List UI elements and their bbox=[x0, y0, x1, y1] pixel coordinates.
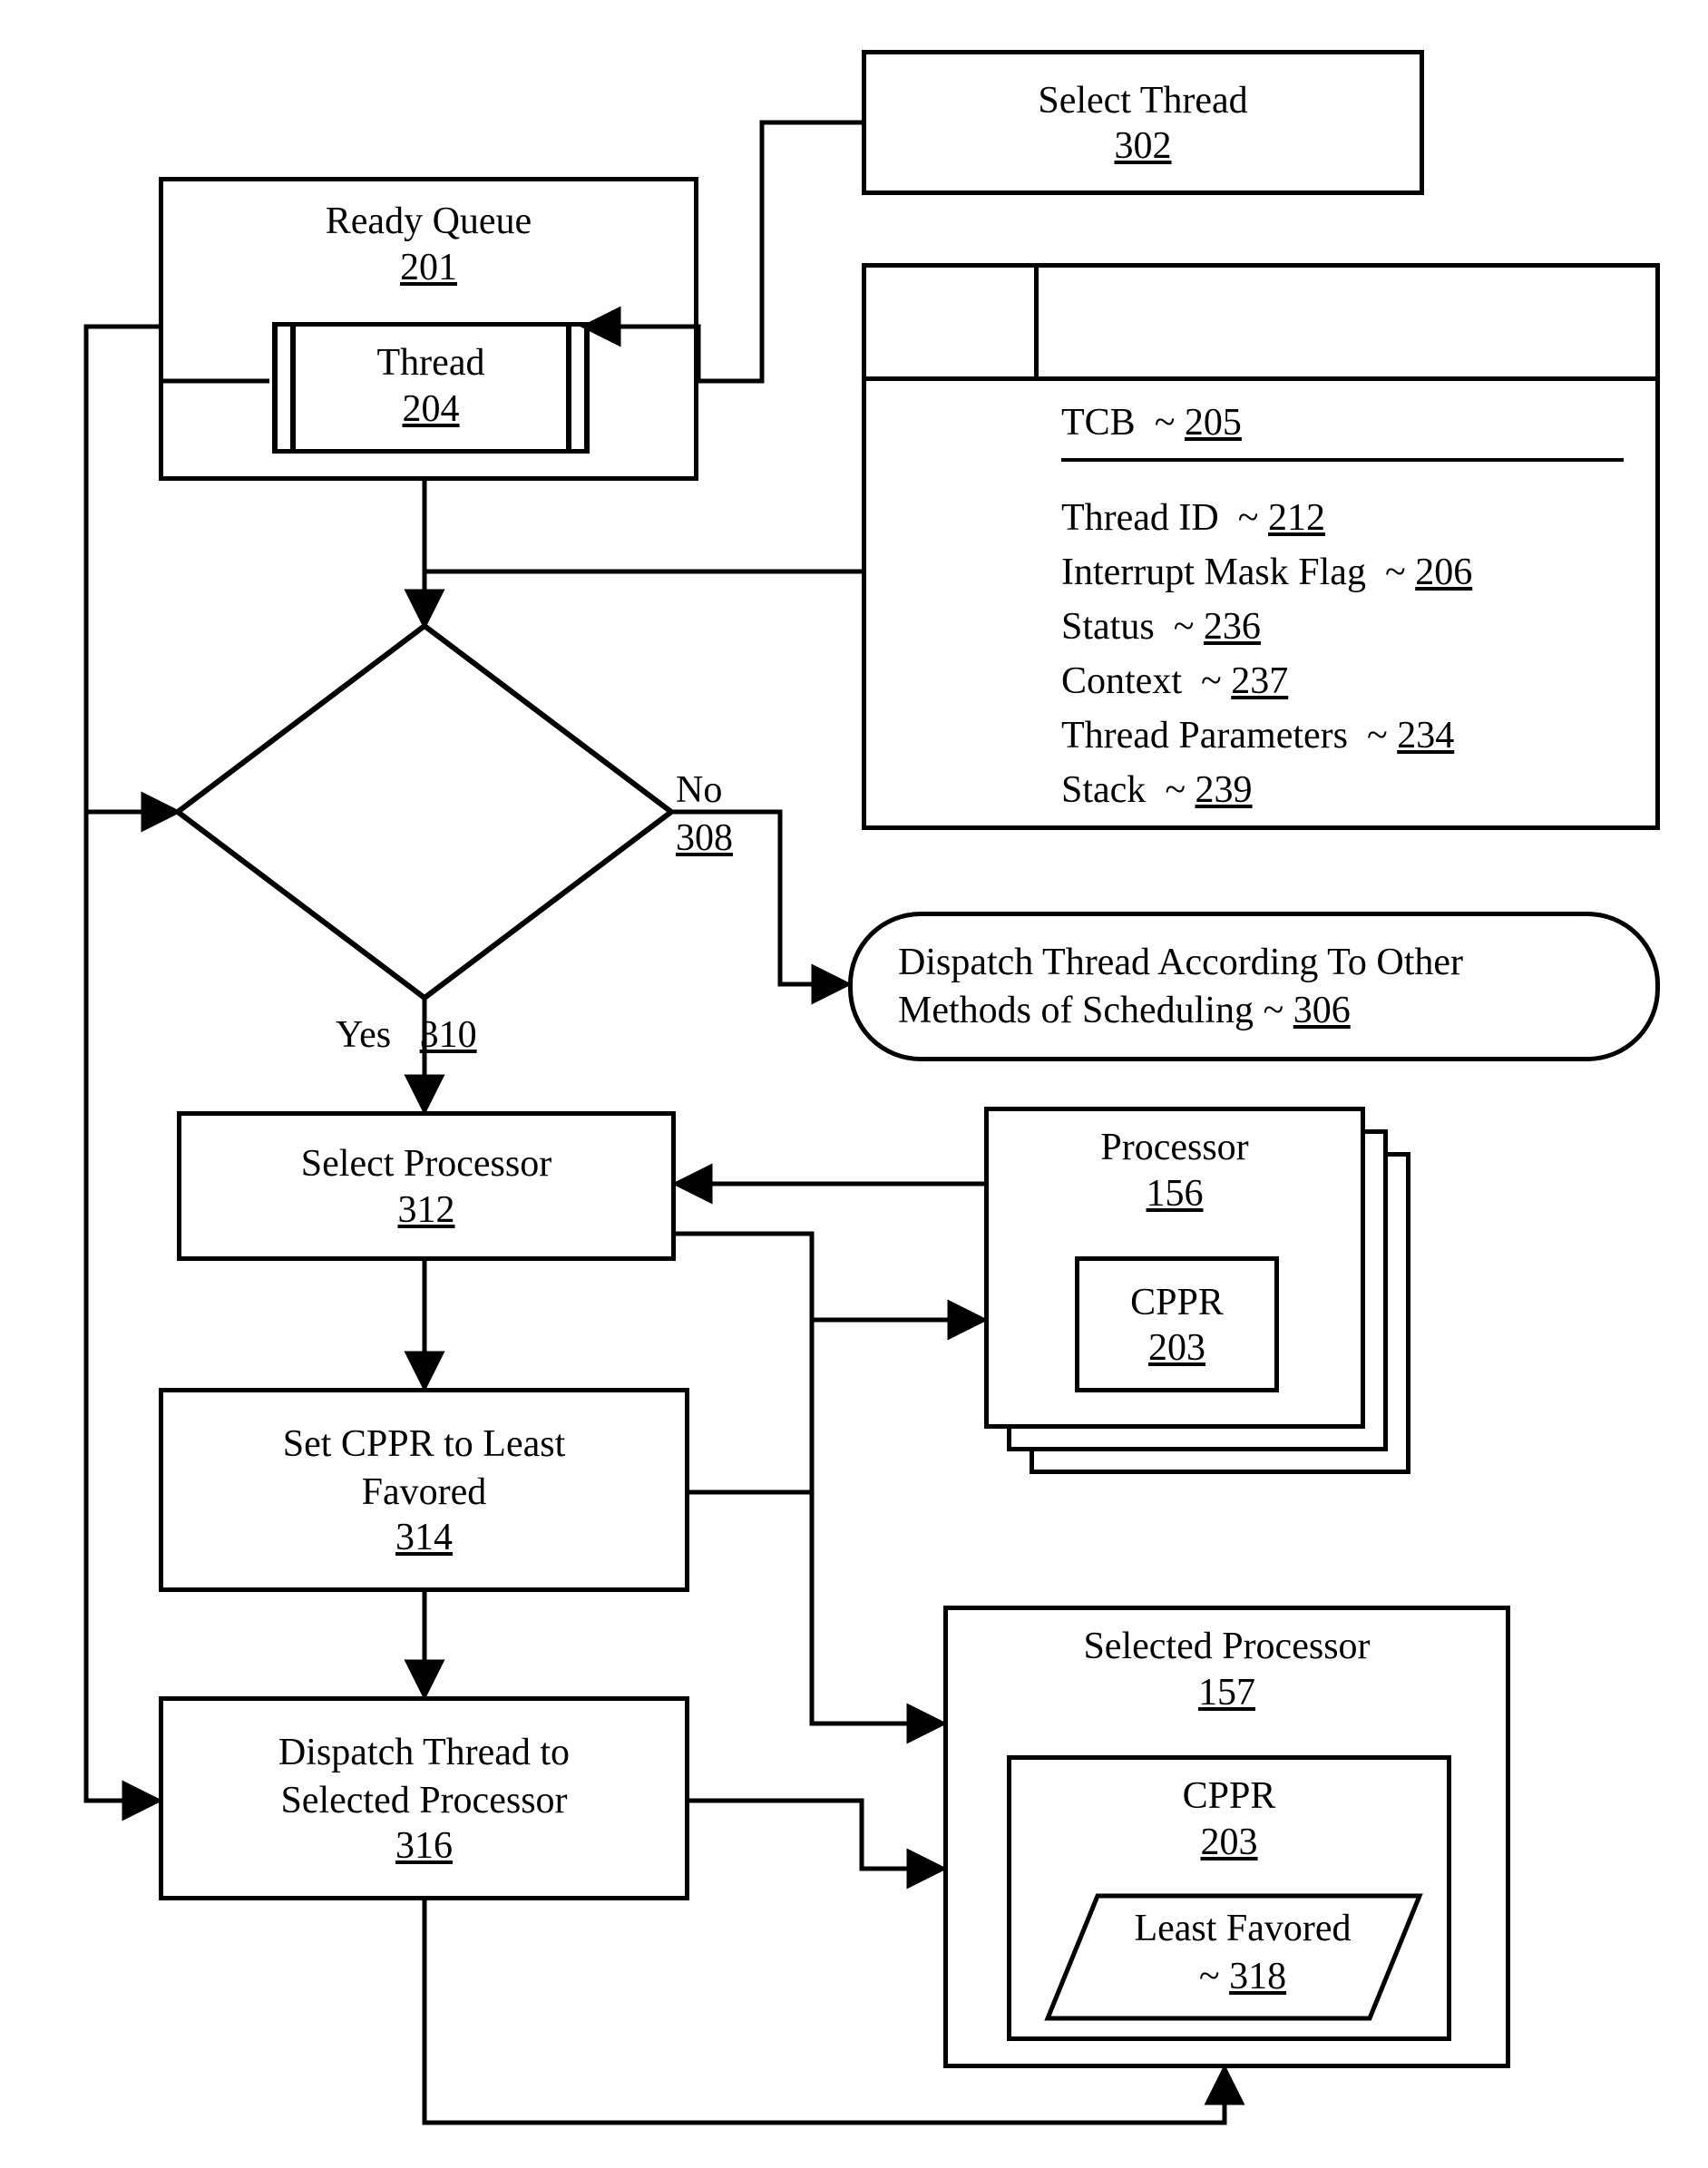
tcb-imf-num: 206 bbox=[1415, 552, 1472, 593]
node-ready-queue: Ready Queue 201 Thread 204 bbox=[159, 177, 698, 481]
tcb-status-label: Status bbox=[1061, 606, 1155, 648]
node-dispatch-selected: Dispatch Thread to Selected Processor 31… bbox=[159, 1696, 689, 1900]
node-select-processor: Select Processor 312 bbox=[177, 1111, 676, 1261]
tcb-params-label: Thread Parameters bbox=[1061, 715, 1348, 757]
processor-num: 156 bbox=[989, 1172, 1361, 1216]
least-favored-text: Least Favored ~ 318 bbox=[1098, 1905, 1388, 2000]
tcb-params: Thread Parameters ~ 234 bbox=[1061, 712, 1454, 760]
tcb-heading-num: 205 bbox=[1185, 402, 1242, 444]
least-favored-label: Least Favored bbox=[1098, 1905, 1388, 1953]
tcb-context-num: 237 bbox=[1231, 660, 1288, 702]
set-cppr-line2: Favored bbox=[362, 1469, 487, 1517]
selected-processor-num: 157 bbox=[948, 1671, 1506, 1714]
dec-no-label: No bbox=[676, 767, 733, 815]
tcb-stack: Stack ~ 239 bbox=[1061, 767, 1253, 815]
decision-line1: Interrupt bbox=[254, 744, 599, 792]
ready-queue-label: Ready Queue bbox=[163, 198, 694, 246]
tcb-thread-id-label: Thread ID bbox=[1061, 497, 1219, 539]
dec-yes-num: 310 bbox=[420, 1014, 477, 1056]
tcb-params-num: 234 bbox=[1397, 715, 1454, 757]
tcb-stack-num: 239 bbox=[1196, 769, 1253, 811]
node-processor: Processor 156 CPPR 203 bbox=[984, 1107, 1365, 1429]
flowchart-canvas: Select Thread 302 Ready Queue 201 Thread… bbox=[0, 0, 1708, 2168]
select-thread-num: 302 bbox=[1115, 124, 1172, 168]
ready-queue-num: 201 bbox=[163, 246, 694, 289]
node-thread: Thread 204 bbox=[272, 322, 590, 454]
decision-line2: Mask Flag Set? bbox=[254, 792, 599, 840]
dispatch-other-num: 306 bbox=[1293, 990, 1351, 1031]
tcb-imf-label: Interrupt Mask Flag bbox=[1061, 552, 1366, 593]
cppr-label: CPPR bbox=[1130, 1279, 1224, 1327]
decision-num: 304 bbox=[398, 839, 455, 887]
least-favored-num: 318 bbox=[1229, 1956, 1286, 1997]
node-cppr-inner: CPPR 203 bbox=[1075, 1256, 1279, 1392]
set-cppr-num: 314 bbox=[395, 1516, 453, 1559]
node-set-cppr: Set CPPR to Least Favored 314 bbox=[159, 1388, 689, 1592]
dec-yes-label: Yes bbox=[336, 1014, 391, 1056]
node-dispatch-other: Dispatch Thread According To Other Metho… bbox=[848, 912, 1660, 1061]
node-tcb: TCB ~ 205 Thread ID ~ 212 Interrupt Mask… bbox=[862, 263, 1660, 830]
select-thread-label: Select Thread bbox=[1038, 77, 1247, 125]
dispatch-sel-line2: Selected Processor bbox=[280, 1777, 567, 1825]
dispatch-other-text: Dispatch Thread According To Other Metho… bbox=[898, 939, 1655, 1034]
tcb-stack-label: Stack bbox=[1061, 769, 1146, 811]
tcb-heading: TCB ~ 205 bbox=[1061, 399, 1242, 447]
decision-text: Interrupt Mask Flag Set? 304 bbox=[254, 744, 599, 887]
tcb-thread-id-num: 212 bbox=[1268, 497, 1325, 539]
tcb-status-num: 236 bbox=[1204, 606, 1261, 648]
set-cppr-line1: Set CPPR to Least bbox=[283, 1421, 566, 1469]
dispatch-sel-num: 316 bbox=[395, 1824, 453, 1868]
tcb-tab bbox=[862, 263, 1039, 381]
select-processor-num: 312 bbox=[398, 1188, 455, 1232]
tcb-context-label: Context bbox=[1061, 660, 1182, 702]
thread-num: 204 bbox=[272, 387, 590, 431]
processor-label: Processor bbox=[989, 1124, 1361, 1172]
dispatch-sel-line1: Dispatch Thread to bbox=[278, 1729, 570, 1777]
dec-no-num: 308 bbox=[676, 815, 733, 863]
dec-no: No 308 bbox=[676, 767, 733, 862]
tcb-imf: Interrupt Mask Flag ~ 206 bbox=[1061, 549, 1472, 597]
tcb-context: Context ~ 237 bbox=[1061, 658, 1288, 706]
node-selected-processor: Selected Processor 157 CPPR 203 Least Fa… bbox=[943, 1606, 1510, 2068]
tcb-status: Status ~ 236 bbox=[1061, 603, 1261, 651]
select-processor-label: Select Processor bbox=[301, 1140, 551, 1188]
node-cppr2: CPPR 203 Least Favored ~ 318 bbox=[1007, 1755, 1451, 2041]
tcb-thread-id: Thread ID ~ 212 bbox=[1061, 494, 1325, 542]
thread-label: Thread bbox=[272, 339, 590, 387]
cppr2-label: CPPR bbox=[1011, 1772, 1447, 1821]
node-select-thread: Select Thread 302 bbox=[862, 50, 1424, 195]
tcb-heading-label: TCB bbox=[1061, 402, 1136, 444]
cppr-num: 203 bbox=[1148, 1326, 1205, 1370]
dec-yes: Yes 310 bbox=[336, 1011, 517, 1060]
selected-processor-label: Selected Processor bbox=[948, 1623, 1506, 1671]
cppr2-num: 203 bbox=[1011, 1821, 1447, 1864]
